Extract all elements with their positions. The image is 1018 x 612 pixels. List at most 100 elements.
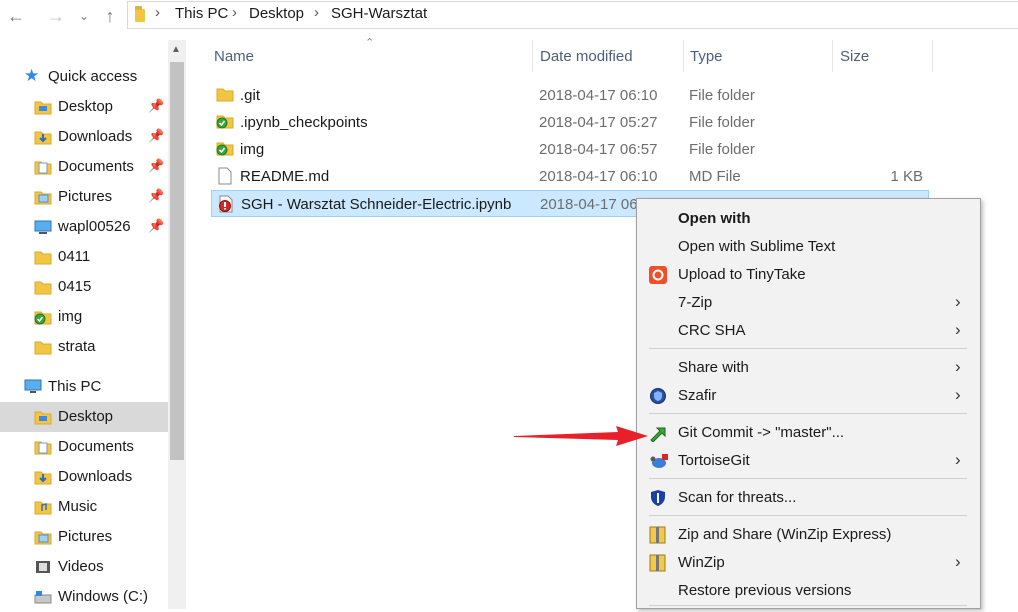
nav-quick-item[interactable]: strata	[0, 332, 168, 362]
scroll-up-arrow-icon[interactable]: ▲	[171, 44, 181, 55]
file-row[interactable]: img 2018-04-17 06:57 File folder	[211, 136, 929, 163]
red-arrow-annotation	[514, 426, 648, 446]
nav-quick-item[interactable]: Documents 📌	[0, 152, 168, 182]
nav-pc-item[interactable]: Documents	[0, 432, 168, 462]
forward-arrow-icon[interactable]: →	[44, 4, 68, 28]
file-row[interactable]: README.md 2018-04-17 06:10 MD File 1 KB	[211, 163, 929, 190]
pin-icon[interactable]: 📌	[148, 128, 164, 144]
breadcrumb-chevron-icon[interactable]: ›	[232, 4, 237, 21]
nav-pc-item[interactable]: Videos	[0, 552, 168, 582]
column-divider[interactable]	[683, 40, 684, 72]
file-name: img	[240, 141, 265, 158]
file-date: 2018-04-17 06:10	[539, 87, 658, 104]
nav-pc-item[interactable]: Music	[0, 492, 168, 522]
column-divider[interactable]	[532, 40, 533, 72]
nav-quick-item[interactable]: Downloads 📌	[0, 122, 168, 152]
menu-item[interactable]: 7-Zip ›	[637, 289, 980, 317]
file-type: File folder	[689, 141, 755, 158]
nav-this-pc[interactable]: This PC	[0, 372, 168, 402]
nav-scrollbar-thumb[interactable]	[170, 62, 184, 460]
menu-item[interactable]: Upload to TinyTake	[637, 261, 980, 289]
breadcrumb-chevron-icon[interactable]: ›	[155, 4, 160, 21]
drive-icon	[34, 589, 52, 605]
nav-quick-item[interactable]: 0411	[0, 242, 168, 272]
submenu-chevron-icon: ›	[955, 320, 961, 339]
nav-quick-item[interactable]: Pictures 📌	[0, 182, 168, 212]
nav-quick-access[interactable]: ★ Quick access	[0, 62, 168, 92]
menu-item[interactable]: Scan for threats...	[637, 484, 980, 512]
nav-item-label: 0411	[58, 248, 91, 265]
file-type: File folder	[689, 87, 755, 104]
menu-item-label: Restore previous versions	[678, 582, 852, 599]
column-header-name[interactable]: Name	[214, 48, 254, 65]
breadcrumb-this-pc[interactable]: This PC	[175, 5, 228, 22]
file-name: README.md	[240, 168, 330, 185]
back-arrow-icon[interactable]: ←	[4, 4, 28, 28]
nav-item-label: Pictures	[58, 528, 113, 545]
desktop-folder-icon	[34, 99, 52, 115]
file-row[interactable]: .git 2018-04-17 06:10 File folder	[211, 82, 929, 109]
nav-quick-item[interactable]: img	[0, 302, 168, 332]
szafir-shield-icon	[650, 388, 666, 404]
nav-quick-item[interactable]: 0415	[0, 272, 168, 302]
menu-item[interactable]: TortoiseGit ›	[637, 447, 980, 475]
menu-item[interactable]: Restore previous versions	[637, 577, 980, 605]
pin-icon[interactable]: 📌	[148, 188, 164, 204]
column-header-type[interactable]: Type	[690, 48, 723, 65]
breadcrumb-chevron-icon[interactable]: ›	[314, 4, 319, 21]
column-divider[interactable]	[832, 40, 833, 72]
pin-icon[interactable]: 📌	[148, 218, 164, 234]
file-date: 2018-04-17 05:27	[539, 114, 658, 131]
menu-item[interactable]: WinZip ›	[637, 549, 980, 577]
menu-item[interactable]: Open with Sublime Text	[637, 233, 980, 261]
git-folder-icon	[216, 140, 234, 160]
pin-icon[interactable]: 📌	[148, 98, 164, 114]
nav-label: Quick access	[48, 68, 138, 85]
menu-item[interactable]: Share with ›	[637, 354, 980, 382]
red-arrow-shape	[514, 426, 648, 446]
file-row[interactable]: .ipynb_checkpoints 2018-04-17 05:27 File f…	[211, 109, 929, 136]
nav-item-label: 0415	[58, 278, 92, 295]
nav-item-label: Pictures	[58, 188, 113, 205]
up-arrow-icon[interactable]: ↑	[98, 4, 122, 28]
documents-folder-icon	[34, 159, 52, 175]
nav-pc-item[interactable]: Desktop	[0, 402, 168, 432]
nav-item-label: Music	[58, 498, 98, 515]
menu-item[interactable]: CRC SHA ›	[637, 317, 980, 345]
computer-icon	[24, 379, 42, 395]
menu-separator	[649, 605, 967, 606]
submenu-chevron-icon: ›	[955, 450, 961, 469]
column-header-date[interactable]: Date modified	[540, 48, 633, 65]
nav-quick-item[interactable]: Desktop 📌	[0, 92, 168, 122]
nav-pc-item[interactable]: Downloads	[0, 462, 168, 492]
nav-item-label: Downloads	[58, 128, 133, 145]
git-commit-icon	[650, 427, 666, 443]
menu-item-icon	[649, 387, 667, 405]
file-name: .git	[240, 87, 261, 104]
column-divider[interactable]	[932, 40, 933, 72]
menu-item[interactable]: Git Commit -> "master"...	[637, 419, 980, 447]
menu-item-label: Git Commit -> "master"...	[678, 424, 845, 441]
file-date: 2018-04-17 06:57	[539, 141, 658, 158]
navigation-pane: ★ Quick access Desktop 📌 Downloads 📌 Documen…	[0, 40, 186, 609]
pin-icon[interactable]: 📌	[148, 158, 164, 174]
column-header-size[interactable]: Size	[840, 48, 869, 65]
nav-quick-item[interactable]: wapl00526 📌	[0, 212, 168, 242]
tinytake-icon	[649, 266, 667, 284]
star-icon: ★	[24, 66, 40, 85]
menu-separator	[649, 413, 967, 414]
menu-item[interactable]: Open with	[637, 205, 980, 233]
computer-icon	[34, 219, 52, 235]
nav-item-label: img	[58, 308, 83, 325]
nav-pc-item[interactable]: Windows (C:)	[0, 582, 168, 612]
menu-item[interactable]: Zip and Share (WinZip Express)	[637, 521, 980, 549]
documents-folder-icon	[34, 439, 52, 455]
downloads-folder-icon	[34, 129, 52, 145]
recent-locations-chevron-icon[interactable]: ⌄	[72, 4, 96, 28]
menu-item[interactable]: Szafir ›	[637, 382, 980, 410]
breadcrumb-desktop[interactable]: Desktop	[249, 5, 304, 22]
nav-pc-item[interactable]: Pictures	[0, 522, 168, 552]
nav-item-label: Documents	[58, 438, 134, 455]
breadcrumb-sgh-warsztat[interactable]: SGH-Warsztat	[331, 5, 427, 22]
menu-item-label: WinZip	[678, 554, 725, 571]
